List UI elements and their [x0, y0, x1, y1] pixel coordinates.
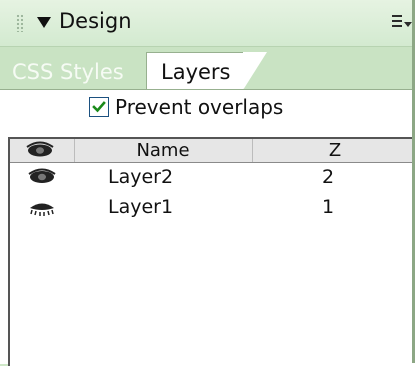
panel-options-icon[interactable] — [390, 13, 414, 33]
tab-layers[interactable]: Layers — [146, 52, 267, 90]
layers-table: Name Z Layer2 2 Layer1 1 — [8, 137, 415, 366]
drag-grip-icon[interactable] — [16, 14, 23, 32]
eye-open-icon[interactable] — [26, 167, 58, 187]
prevent-overlaps-checkbox[interactable] — [89, 97, 109, 117]
table-header: Name Z — [10, 139, 415, 163]
visibility-column-header[interactable] — [10, 139, 75, 162]
design-panel: Design CSS Styles Layers Prevent overlap… — [0, 0, 415, 366]
eye-closed-icon[interactable] — [26, 197, 58, 217]
layer-name[interactable]: Layer1 — [108, 193, 173, 221]
panel-title: Design — [59, 9, 132, 33]
panel-titlebar[interactable]: Design — [0, 0, 415, 47]
eye-icon — [26, 141, 54, 157]
name-column-header[interactable]: Name — [74, 139, 253, 162]
prevent-overlaps-option[interactable]: Prevent overlaps — [89, 94, 283, 120]
layer-row[interactable]: Layer2 2 — [10, 162, 415, 192]
layers-content: Prevent overlaps Name Z Layer2 2 Layer1 … — [0, 89, 415, 366]
tab-bar: CSS Styles Layers — [0, 47, 415, 90]
check-icon — [92, 101, 106, 113]
layer-z-index[interactable]: 2 — [322, 163, 334, 191]
z-column-header[interactable]: Z — [253, 139, 415, 162]
layer-row[interactable]: Layer1 1 — [10, 192, 415, 222]
prevent-overlaps-label: Prevent overlaps — [115, 95, 284, 119]
layer-z-index[interactable]: 1 — [322, 193, 334, 221]
triangle-down-icon[interactable] — [37, 17, 51, 28]
tab-css-styles[interactable]: CSS Styles — [12, 55, 148, 89]
layer-name[interactable]: Layer2 — [108, 163, 173, 191]
